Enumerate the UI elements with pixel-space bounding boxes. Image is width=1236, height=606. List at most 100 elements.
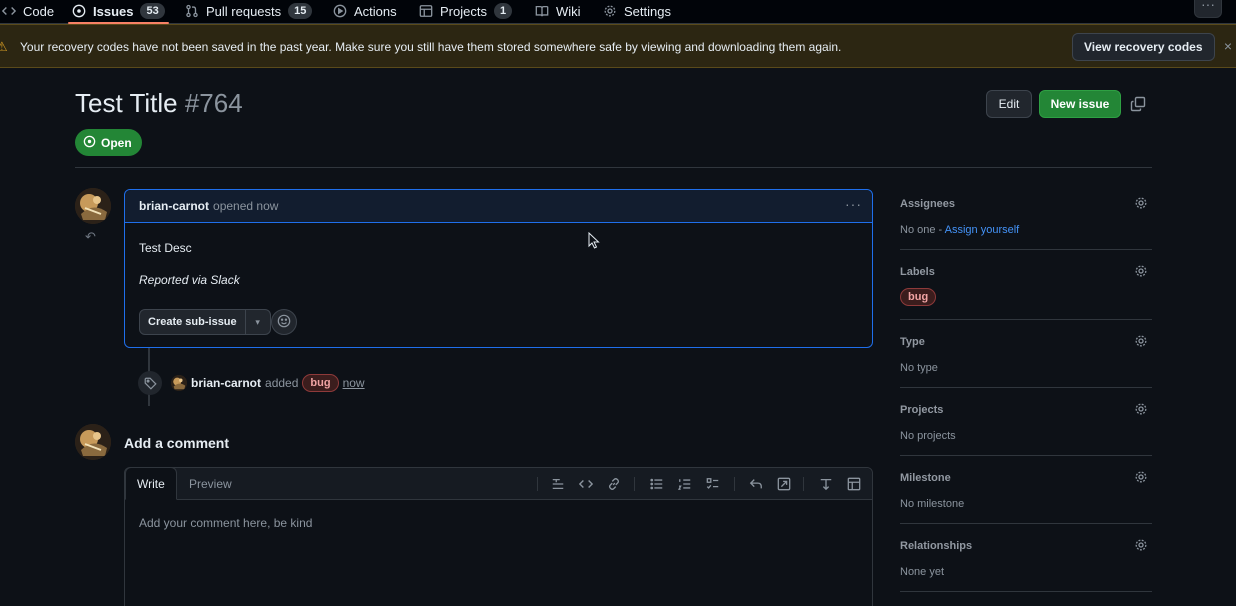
tab-issues-label: Issues (93, 3, 134, 19)
timeline-event: brian-carnot added bug now (171, 374, 365, 392)
event-time[interactable]: now (343, 376, 365, 390)
sidebar-milestone-value: No milestone (900, 498, 965, 510)
sidebar-relationships: Relationships None yet (900, 538, 1152, 578)
play-icon (333, 4, 347, 18)
text-size-icon[interactable] (818, 476, 834, 492)
comment-options-icon[interactable]: ··· (845, 196, 862, 212)
issue-icon (72, 4, 86, 18)
gear-icon[interactable] (1134, 538, 1148, 552)
table-icon[interactable] (846, 476, 862, 492)
create-sub-issue-button[interactable]: Create sub-issue ▾ (139, 309, 271, 335)
reply-arrow-icon[interactable] (748, 476, 764, 492)
tab-code[interactable]: Code (2, 0, 54, 22)
event-action: added (265, 376, 299, 390)
tab-pull-requests-label: Pull requests (206, 3, 282, 19)
sidebar-divider (900, 387, 1152, 388)
header-divider (75, 167, 1152, 168)
sidebar-assignees-value: No one - Assign yourself (900, 224, 1152, 236)
sidebar-labels: Labels bug (900, 264, 1152, 306)
task-list-icon[interactable] (705, 476, 721, 492)
edit-button[interactable]: Edit (986, 90, 1032, 118)
toolbar-separator (803, 477, 804, 491)
issue-open-icon (83, 135, 96, 151)
issue-state-label: Open (101, 135, 132, 150)
comment-textarea[interactable]: Add your comment here, be kind (139, 516, 312, 530)
cross-reference-icon[interactable] (776, 476, 792, 492)
tab-actions[interactable]: Actions (333, 0, 397, 22)
create-sub-issue-label[interactable]: Create sub-issue (140, 310, 246, 334)
comment-header: brian-carnot opened now ··· (125, 190, 872, 223)
gear-icon[interactable] (1134, 402, 1148, 416)
tab-pull-requests[interactable]: Pull requests 15 (185, 0, 313, 22)
issues-counter: 53 (140, 3, 165, 19)
sidebar-labels-title: Labels (900, 266, 935, 278)
comment-author[interactable]: brian-carnot (139, 199, 209, 213)
banner-message: Your recovery codes have not been saved … (20, 40, 842, 54)
tab-write[interactable]: Write (125, 467, 177, 500)
unordered-list-icon[interactable] (649, 476, 665, 492)
book-icon (535, 4, 549, 18)
gear-icon[interactable] (1134, 264, 1148, 278)
link-icon[interactable] (606, 476, 622, 492)
more-menu-button[interactable]: ··· (1194, 0, 1222, 18)
tab-projects[interactable]: Projects 1 (419, 0, 513, 22)
copy-icon[interactable] (1130, 96, 1146, 112)
pull-request-icon (185, 4, 199, 18)
issue-state-badge: Open (75, 129, 142, 156)
sidebar-divider (900, 591, 1152, 592)
comment-reported-via: Reported via Slack (139, 273, 240, 287)
sidebar-relationships-value: None yet (900, 566, 945, 578)
sidebar-label-bug[interactable]: bug (900, 288, 937, 306)
sidebar-milestone-title: Milestone (900, 472, 951, 484)
heading-icon[interactable] (550, 476, 566, 492)
mouse-cursor-icon (588, 231, 600, 252)
current-user-avatar[interactable] (75, 424, 111, 460)
gear-icon[interactable] (1134, 334, 1148, 348)
tab-actions-label: Actions (354, 3, 397, 19)
gear-icon[interactable] (1134, 196, 1148, 210)
sidebar-projects: Projects No projects (900, 402, 1152, 442)
sidebar-type-title: Type (900, 336, 925, 348)
toolbar-separator (537, 477, 538, 491)
event-avatar[interactable] (171, 375, 187, 391)
label-bug[interactable]: bug (302, 374, 339, 392)
tab-preview[interactable]: Preview (178, 468, 243, 500)
table-icon (419, 4, 433, 18)
ordered-list-icon[interactable] (677, 476, 693, 492)
projects-counter: 1 (493, 3, 513, 19)
new-issue-button[interactable]: New issue (1039, 90, 1121, 118)
tab-wiki[interactable]: Wiki (535, 0, 581, 22)
gear-icon[interactable] (1134, 470, 1148, 484)
sidebar-projects-value: No projects (900, 430, 956, 442)
issue-number: #764 (184, 88, 243, 118)
tab-projects-label: Projects (440, 3, 487, 19)
sidebar-type: Type No type (900, 334, 1152, 374)
chevron-down-icon[interactable]: ▾ (246, 310, 270, 334)
alert-icon: ⚠ (0, 39, 8, 54)
toolbar-separator (734, 477, 735, 491)
issue-title: Test Title #764 (75, 88, 243, 119)
view-recovery-codes-button[interactable]: View recovery codes (1072, 33, 1215, 61)
issue-title-text: Test Title (75, 88, 178, 118)
sidebar-milestone: Milestone No milestone (900, 470, 1152, 510)
event-actor[interactable]: brian-carnot (191, 376, 261, 390)
tab-settings-label: Settings (624, 3, 671, 19)
sidebar-divider (900, 249, 1152, 250)
add-reaction-button[interactable] (271, 309, 297, 335)
code-icon[interactable] (578, 476, 594, 492)
tab-settings[interactable]: Settings (603, 0, 671, 22)
editor-toolbar: Write Preview (125, 467, 872, 500)
assign-yourself-link[interactable]: Assign yourself (945, 224, 1020, 236)
tag-icon (138, 371, 162, 395)
avatar[interactable] (75, 188, 111, 224)
code-icon (2, 4, 16, 18)
close-icon[interactable]: × (1224, 38, 1232, 54)
pull-requests-counter: 15 (288, 3, 313, 19)
comment-body-text: Test Desc (139, 241, 192, 255)
reply-icon[interactable]: ↶ (85, 229, 96, 245)
add-comment-heading: Add a comment (124, 435, 230, 451)
issue-body-comment: brian-carnot opened now ··· Test Desc Re… (124, 189, 873, 348)
tab-code-label: Code (23, 3, 55, 19)
tab-issues[interactable]: Issues 53 (68, 0, 169, 24)
recovery-codes-banner: ⚠ Your recovery codes have not been save… (0, 24, 1236, 68)
